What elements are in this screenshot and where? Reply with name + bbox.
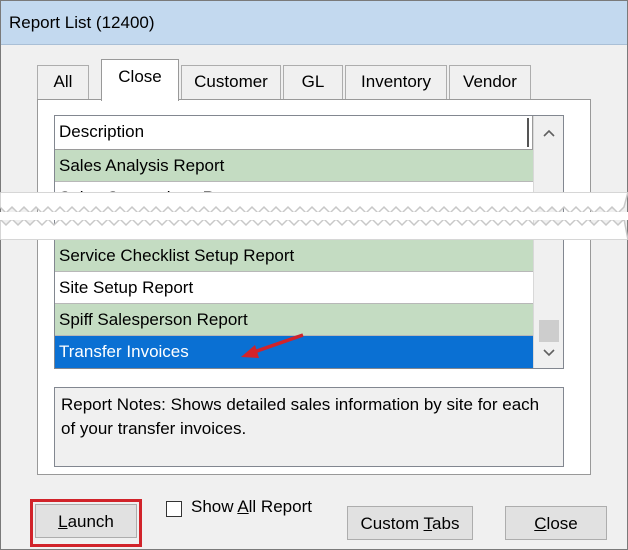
tab-all[interactable]: All <box>37 65 89 99</box>
close-button[interactable]: Close <box>505 506 607 540</box>
list-item[interactable]: Site Setup Report <box>55 272 533 304</box>
custom-tabs-button[interactable]: Custom Tabs <box>347 506 473 540</box>
tab-gl[interactable]: GL <box>283 65 343 99</box>
column-header-label: Description <box>59 122 145 141</box>
report-notes-text: Report Notes: Shows detailed sales infor… <box>61 395 540 438</box>
column-header-description[interactable]: Description <box>55 116 533 150</box>
list-item[interactable]: Sales Analysis Report <box>55 150 533 182</box>
tab-inventory[interactable]: Inventory <box>345 65 447 99</box>
title-bar: Report List (12400) <box>1 1 627 45</box>
list-scrollbar[interactable] <box>533 116 563 368</box>
show-all-label[interactable]: Show All Report <box>191 497 312 517</box>
list-item[interactable]: Service Checklist Setup Report <box>55 240 533 272</box>
report-list-window: Report List (12400) All Close Customer G… <box>0 0 628 550</box>
list-break-indicator <box>0 192 628 240</box>
window-title: Report List (12400) <box>9 13 155 32</box>
launch-button[interactable]: Launch <box>35 504 137 538</box>
tab-vendor[interactable]: Vendor <box>449 65 531 99</box>
red-arrow-icon <box>241 333 304 358</box>
chevron-up-icon[interactable] <box>534 116 563 148</box>
tab-close[interactable]: Close <box>101 59 179 101</box>
report-notes: Report Notes: Shows detailed sales infor… <box>54 387 564 467</box>
tab-customer[interactable]: Customer <box>181 65 281 99</box>
column-resize-handle[interactable] <box>527 118 529 147</box>
chevron-down-icon[interactable] <box>534 336 563 368</box>
show-all-checkbox[interactable] <box>166 501 182 517</box>
report-list[interactable]: Description Sales Analysis Report Sales … <box>54 115 564 369</box>
